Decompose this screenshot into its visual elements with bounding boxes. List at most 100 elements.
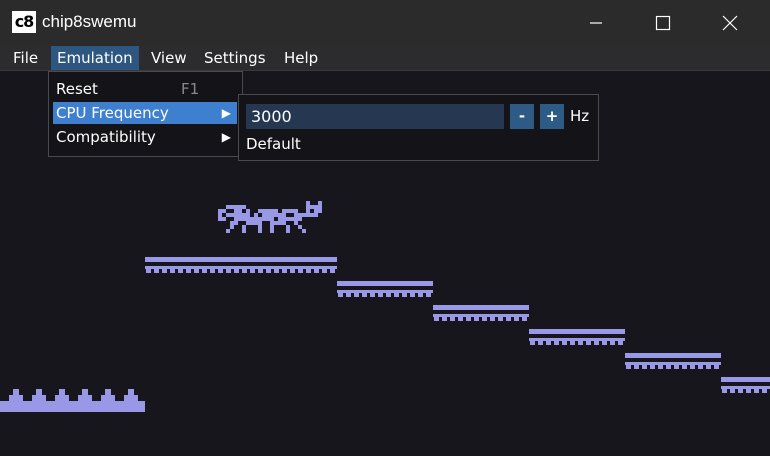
platform-tooth	[714, 365, 719, 369]
menu-settings[interactable]: Settings	[198, 46, 272, 70]
platform-tooth	[242, 269, 247, 273]
creature-pixel	[266, 213, 270, 217]
platform-tooth	[162, 269, 167, 273]
creature-pixel	[282, 209, 286, 213]
platform-tooth	[490, 317, 495, 321]
maximize-button[interactable]	[633, 0, 693, 46]
creature-pixel	[242, 229, 246, 233]
close-button[interactable]	[700, 0, 760, 46]
creature-pixel	[222, 209, 226, 213]
minimize-button[interactable]	[566, 0, 626, 46]
platform-tooth	[682, 365, 687, 369]
spike-base	[0, 401, 145, 412]
platform-tooth	[514, 317, 519, 321]
creature-pixel	[274, 221, 278, 225]
platform-tooth	[194, 269, 199, 273]
menu-item-reset[interactable]: Reset F1	[53, 78, 237, 100]
platform-tooth	[426, 293, 431, 297]
creature-pixel	[258, 221, 262, 225]
creature-pixel	[302, 213, 306, 217]
platform-top	[625, 353, 721, 358]
platform-tooth	[290, 269, 295, 273]
platform-tooth	[466, 317, 471, 321]
creature-pixel	[274, 209, 278, 213]
close-icon	[722, 15, 738, 31]
decrement-button[interactable]: -	[510, 104, 534, 129]
creature-pixel	[310, 205, 314, 209]
creature-pixel	[258, 209, 262, 213]
menu-item-cpu-frequency[interactable]: CPU Frequency ▶	[53, 102, 237, 124]
creature-pixel	[242, 217, 246, 221]
menu-emulation[interactable]: Emulation	[51, 46, 139, 70]
spike	[128, 389, 134, 395]
title-bar[interactable]: c8 chip8swemu	[0, 0, 770, 46]
cpu-frequency-input[interactable]: 3000	[246, 104, 504, 129]
creature-pixel	[266, 217, 270, 221]
creature-pixel	[282, 213, 286, 217]
platform-tooth	[354, 293, 359, 297]
spike	[13, 389, 19, 395]
menu-item-default[interactable]: Default	[246, 133, 301, 155]
creature-pixel	[282, 217, 286, 221]
platform-tooth	[618, 341, 623, 345]
platform-tooth	[418, 293, 423, 297]
menu-view[interactable]: View	[145, 46, 193, 70]
platform-tooth	[562, 341, 567, 345]
creature-pixel	[230, 221, 234, 225]
platform-tooth	[538, 341, 543, 345]
platform-tooth	[578, 341, 583, 345]
creature-pixel	[226, 205, 230, 209]
platform-band	[337, 290, 433, 293]
platform-tooth	[410, 293, 415, 297]
creature-pixel	[302, 229, 306, 233]
app-icon: c8	[12, 11, 36, 33]
creature-pixel	[218, 213, 222, 217]
platform-tooth	[762, 389, 767, 393]
menu-file[interactable]: File	[7, 46, 44, 70]
spike	[82, 389, 88, 395]
platform-band	[529, 338, 625, 341]
platform-tooth	[706, 365, 711, 369]
platform-tooth	[506, 317, 511, 321]
creature-pixel	[294, 221, 298, 225]
platform-tooth	[402, 293, 407, 297]
platform-tooth	[458, 317, 463, 321]
creature-pixel	[314, 205, 318, 209]
creature-pixel	[234, 213, 238, 217]
creature-pixel	[262, 217, 266, 221]
creature-pixel	[234, 209, 238, 213]
platform-band	[625, 362, 721, 365]
creature-pixel	[282, 221, 286, 225]
creature-pixel	[298, 217, 302, 221]
creature-pixel	[258, 229, 262, 233]
platform-tooth	[258, 269, 263, 273]
spike	[59, 389, 65, 395]
creature-pixel	[246, 209, 250, 213]
creature-pixel	[274, 213, 278, 217]
creature-pixel	[242, 225, 246, 229]
creature-pixel	[254, 221, 258, 225]
creature-pixel	[294, 213, 298, 217]
creature-pixel	[230, 205, 234, 209]
creature-pixel	[286, 229, 290, 233]
maximize-icon	[655, 15, 671, 31]
creature-pixel	[270, 209, 274, 213]
platform-tooth	[386, 293, 391, 297]
creature-pixel	[286, 217, 290, 221]
menu-help[interactable]: Help	[278, 46, 324, 70]
minimize-icon	[590, 22, 602, 24]
increment-button[interactable]: +	[540, 104, 564, 129]
platform-tooth	[610, 341, 615, 345]
creature-pixel	[234, 217, 238, 221]
creature-pixel	[306, 201, 310, 205]
creature-pixel	[246, 213, 250, 217]
platform-tooth	[178, 269, 183, 273]
platform-tooth	[314, 269, 319, 273]
spike	[55, 395, 69, 401]
platform-tooth	[554, 341, 559, 345]
reset-shortcut: F1	[181, 80, 200, 98]
platform-top	[529, 329, 625, 334]
menu-item-compatibility[interactable]: Compatibility ▶	[53, 126, 237, 148]
platform-tooth	[626, 365, 631, 369]
creature-pixel	[246, 217, 250, 221]
